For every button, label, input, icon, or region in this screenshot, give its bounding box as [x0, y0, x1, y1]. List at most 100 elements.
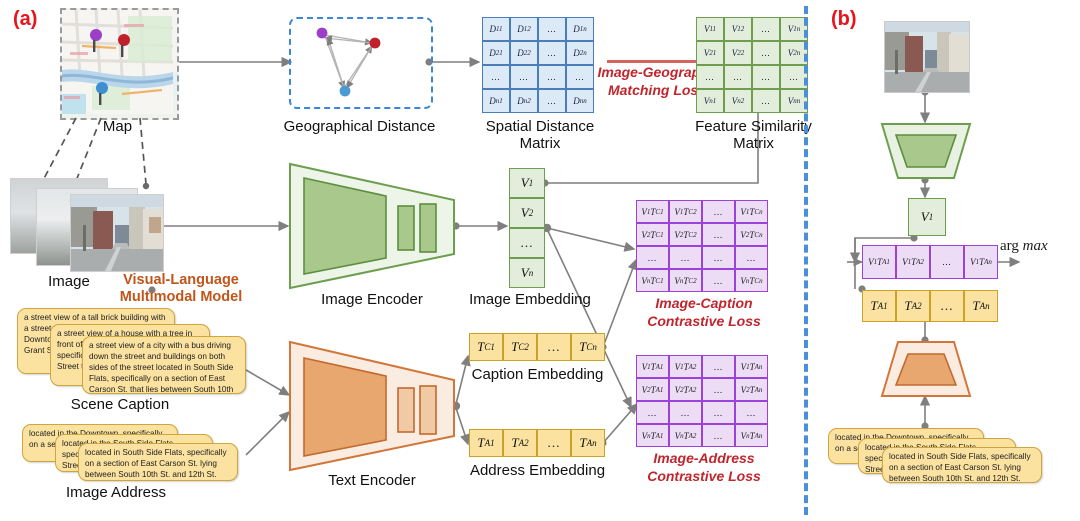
- matrix-cell: V2TCn: [735, 223, 768, 246]
- matrix-cell: Vn1: [696, 89, 724, 113]
- matrix-cell: D 22: [510, 41, 538, 65]
- matrix-cell: …: [702, 223, 735, 246]
- matrix-cell: …: [538, 17, 566, 41]
- matrix-cell: …: [735, 246, 768, 269]
- matrix-cell: V1: [509, 168, 545, 198]
- matrix-cell: VnTCn: [735, 269, 768, 292]
- matrix-cell: TCn: [571, 333, 605, 361]
- matrix-cell: D 2n: [566, 41, 594, 65]
- matrix-cell: …: [538, 41, 566, 65]
- panel-b-score-row: V 1 T A 1 V 1 T A 2… V 1 T An: [862, 245, 998, 279]
- vlm-label: Visual-Language Multimodal Model: [96, 272, 266, 307]
- matrix-cell: TC1: [469, 333, 503, 361]
- address-embedding-label: Address Embedding: [469, 462, 606, 479]
- matrix-cell: …: [669, 246, 702, 269]
- matrix-cell: …: [752, 41, 780, 65]
- spatial-label-l2: Matrix: [519, 135, 561, 153]
- scene-caption-label: Scene Caption: [70, 396, 170, 413]
- image-encoder: [286, 162, 458, 290]
- matrix-cell: V1TCn: [735, 200, 768, 223]
- matrix-cell: …: [696, 65, 724, 89]
- feature-similarity-matrix-label: Feature Similarity Matrix: [666, 118, 841, 153]
- image-caption-contrastive-loss: Image-Caption Contrastive Loss: [620, 295, 788, 330]
- matrix-cell: TA1: [469, 429, 503, 457]
- panel-b-image-encoder: [880, 122, 972, 180]
- matrix-cell: …: [510, 65, 538, 89]
- matrix-cell: VnTC1: [636, 269, 669, 292]
- map-thumbnail: [60, 8, 179, 120]
- matrix-cell: …: [509, 228, 545, 258]
- matrix-cell: Dnn: [566, 89, 594, 113]
- panel-a-tag: (a): [13, 8, 38, 30]
- matrix-cell: Dn1: [482, 89, 510, 113]
- matrix-cell: VnTA1: [636, 424, 669, 447]
- matrix-cell: TAn: [571, 429, 605, 457]
- matrix-cell: …: [752, 17, 780, 41]
- matrix-cell: V 12: [724, 17, 752, 41]
- matrix-cell: VnTC2: [669, 269, 702, 292]
- vlm-label-line1: Visual-Language: [123, 272, 239, 288]
- matrix-cell: D 12: [510, 17, 538, 41]
- matrix-cell: …: [702, 269, 735, 292]
- matrix-cell: …: [752, 89, 780, 113]
- matrix-cell: V1TA1: [636, 355, 669, 378]
- geo-loss-rule: [607, 60, 705, 63]
- image-address-label: Image Address: [65, 484, 167, 501]
- matrix-cell: TA2: [896, 290, 930, 322]
- vlm-label-line2: Multimodal Model: [119, 289, 243, 306]
- matrix-cell: V2TC1: [636, 223, 669, 246]
- matrix-cell: V1: [908, 198, 946, 236]
- matrix-cell: TA1: [862, 290, 896, 322]
- matrix-cell: V2: [509, 198, 545, 228]
- panel-divider: [804, 6, 808, 515]
- matrix-cell: V1TA1: [862, 245, 896, 279]
- matrix-cell: …: [930, 245, 964, 279]
- spatial-distance-matrix: D 11 D 12… D 1n D 21 D 22… D 2n………… Dn1 Dn2… Dnn: [482, 17, 594, 113]
- address-loss-l2: Contrastive Loss: [647, 467, 761, 484]
- matrix-cell: …: [636, 246, 669, 269]
- image-embedding-column: V 1 V 2… Vn: [509, 168, 545, 288]
- matrix-cell: V1TC1: [636, 200, 669, 223]
- panel-b-image-vector: V1: [908, 198, 946, 236]
- caption-embedding-row: T C 1 T C 2… T Cn: [469, 333, 605, 361]
- address-loss-l1: Image-Address: [653, 450, 755, 466]
- caption-loss-l2: Contrastive Loss: [647, 312, 761, 329]
- matrix-cell: V 22: [724, 41, 752, 65]
- spatial-distance-matrix-label: Spatial Distance Matrix: [460, 118, 620, 153]
- matrix-cell: V1TAn: [735, 355, 768, 378]
- feature-label-l1: Feature Similarity: [695, 118, 812, 135]
- matrix-cell: TC2: [503, 333, 537, 361]
- matrix-cell: …: [537, 333, 571, 361]
- matrix-cell: D 1n: [566, 17, 594, 41]
- matrix-cell: V2TA1: [636, 378, 669, 401]
- matrix-cell: …: [702, 355, 735, 378]
- feature-similarity-matrix: V 11 V 12… V 1n V 21 V 22… V 2n………… Vn1 Vn2… Vnn: [696, 17, 808, 113]
- geographical-distance-label: Geographical Distance: [283, 118, 436, 135]
- matrix-cell: …: [636, 401, 669, 424]
- matrix-cell: …: [702, 200, 735, 223]
- address-embedding-row: T A 1 T A 2… T An: [469, 429, 605, 457]
- query-image: [884, 21, 970, 93]
- matrix-cell: TA2: [503, 429, 537, 457]
- geographical-distance-box: [289, 17, 433, 109]
- matrix-cell: …: [566, 65, 594, 89]
- image-caption-matrix: V 1 T C 1 V 1 T C 2… V 1 T Cn V 2 T C 1 V 2 T C 2… V 2 T Cn………… Vn T C…: [636, 200, 768, 292]
- text-encoder-label: Text Encoder: [328, 472, 416, 489]
- matrix-cell: V 21: [696, 41, 724, 65]
- matrix-cell: V1TC2: [669, 200, 702, 223]
- matrix-cell: …: [702, 378, 735, 401]
- matrix-cell: Dn2: [510, 89, 538, 113]
- matrix-cell: D 11: [482, 17, 510, 41]
- matrix-cell: …: [702, 246, 735, 269]
- matrix-cell: …: [724, 65, 752, 89]
- matrix-cell: …: [538, 65, 566, 89]
- argmax-label: arg max: [1000, 238, 1048, 254]
- panel-b-address-bubble-3: located in South Side Flats, specificall…: [882, 447, 1042, 483]
- matrix-cell: …: [537, 429, 571, 457]
- image-encoder-label: Image Encoder: [321, 291, 423, 308]
- map-label: Map: [102, 118, 133, 135]
- matrix-cell: …: [702, 424, 735, 447]
- panel-b-text-encoder: [880, 340, 972, 398]
- matrix-cell: VnTA2: [669, 424, 702, 447]
- spatial-label-l1: Spatial Distance: [485, 118, 595, 135]
